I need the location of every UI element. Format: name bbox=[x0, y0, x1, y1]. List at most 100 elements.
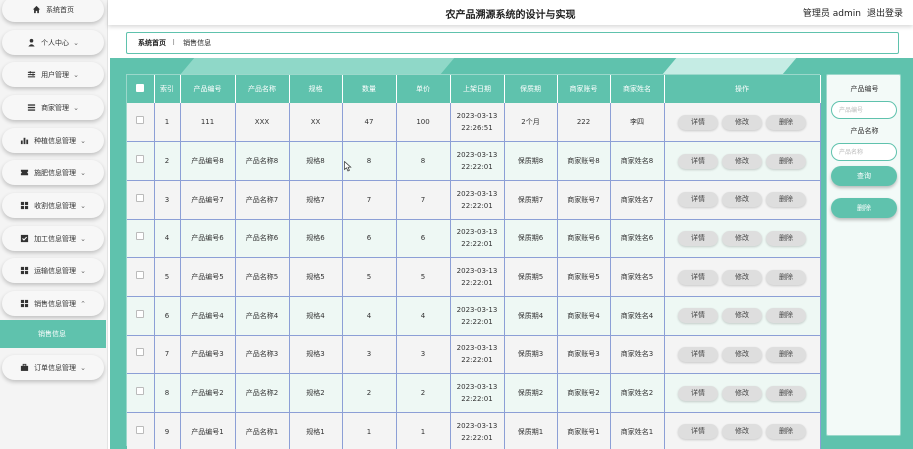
sidebar-item-harvest-info[interactable]: 收割信息管理 ⌄ bbox=[2, 193, 104, 218]
sidebar-item-sales-info[interactable]: 销售信息管理 ⌃ bbox=[2, 291, 104, 316]
detail-button[interactable]: 详情 bbox=[678, 385, 718, 401]
sliders-icon bbox=[27, 70, 36, 79]
edit-button[interactable]: 修改 bbox=[722, 308, 762, 324]
chevron-down-icon: ⌄ bbox=[80, 168, 86, 177]
cell-code: 111 bbox=[180, 103, 236, 142]
edit-button[interactable]: 修改 bbox=[722, 385, 762, 401]
query-button[interactable]: 查询 bbox=[831, 166, 897, 186]
cell-spec: 规格7 bbox=[289, 180, 343, 220]
detail-button[interactable]: 详情 bbox=[678, 269, 718, 285]
cell-spec: 规格4 bbox=[289, 296, 343, 336]
row-checkbox[interactable] bbox=[136, 387, 145, 396]
sidebar-item-merchant-management[interactable]: 商家管理 ⌄ bbox=[2, 95, 104, 120]
row-checkbox[interactable] bbox=[136, 271, 145, 280]
delete-button[interactable]: 删除 bbox=[766, 192, 806, 208]
delete-button[interactable]: 删除 bbox=[766, 114, 806, 130]
row-checkbox[interactable] bbox=[136, 425, 145, 434]
cell-price: 5 bbox=[396, 257, 451, 297]
detail-button[interactable]: 详情 bbox=[678, 424, 718, 440]
sidebar-item-home[interactable]: 系统首页 bbox=[2, 0, 104, 22]
sidebar-item-transport-info[interactable]: 运输信息管理 ⌄ bbox=[2, 258, 104, 283]
cell-qty: 4 bbox=[342, 296, 397, 336]
select-all-cell[interactable] bbox=[127, 75, 155, 103]
sidebar-item-fertilizing-info[interactable]: 施肥信息管理 ⌄ bbox=[2, 160, 104, 185]
product-name-input[interactable] bbox=[831, 143, 897, 161]
cell-shelf-life: 保质期3 bbox=[504, 335, 558, 374]
column-header: 商家账号 bbox=[557, 75, 611, 103]
edit-button[interactable]: 修改 bbox=[722, 230, 762, 246]
edit-button[interactable]: 修改 bbox=[722, 192, 762, 208]
cell-code: 产品编号6 bbox=[180, 219, 236, 258]
row-select-cell[interactable] bbox=[127, 412, 155, 449]
row-select-cell[interactable] bbox=[127, 141, 155, 181]
row-checkbox[interactable] bbox=[136, 309, 145, 318]
delete-selected-button[interactable]: 删除 bbox=[831, 198, 897, 218]
sidebar-item-label: 销售信息管理 bbox=[34, 299, 77, 308]
cell-index: 9 bbox=[154, 412, 181, 449]
user-info: 管理员 admin 退出登录 bbox=[803, 6, 903, 19]
column-header: 单价 bbox=[396, 75, 451, 103]
detail-button[interactable]: 详情 bbox=[678, 230, 718, 246]
cell-merchant-name: 商家姓名4 bbox=[610, 296, 665, 336]
row-select-cell[interactable] bbox=[127, 180, 155, 220]
sidebar-subitem-sales-info[interactable]: 销售信息 bbox=[0, 320, 106, 348]
detail-button[interactable]: 详情 bbox=[678, 114, 718, 130]
sidebar: 系统首页 个人中心 ⌄ 用户管理 ⌄ 商家管理 ⌄ 种植信息管理 ⌄ 施肥信息管… bbox=[0, 0, 108, 449]
detail-button[interactable]: 详情 bbox=[678, 308, 718, 324]
column-header: 产品名称 bbox=[235, 75, 290, 103]
edit-button[interactable]: 修改 bbox=[722, 153, 762, 169]
sidebar-item-processing-info[interactable]: 加工信息管理 ⌄ bbox=[2, 226, 104, 251]
sidebar-item-label: 系统首页 bbox=[46, 5, 74, 14]
sidebar-item-label: 个人中心 bbox=[41, 38, 70, 47]
row-checkbox[interactable] bbox=[136, 155, 145, 164]
cell-date-time: 22:22:01 bbox=[461, 356, 493, 365]
cell-actions: 详情 修改 删除 bbox=[664, 335, 821, 374]
chevron-down-icon: ⌄ bbox=[73, 103, 79, 112]
row-select-cell[interactable] bbox=[127, 257, 155, 297]
sidebar-item-personal-center[interactable]: 个人中心 ⌄ bbox=[2, 30, 104, 55]
table-row: 6 产品编号4 产品名称4 规格4 4 4 2023-03-13 22:22:01 保质期4 商家… bbox=[127, 296, 821, 336]
row-checkbox[interactable] bbox=[136, 232, 145, 241]
delete-button[interactable]: 删除 bbox=[766, 230, 806, 246]
detail-button[interactable]: 详情 bbox=[678, 153, 718, 169]
cell-merchant-account: 商家账号1 bbox=[557, 412, 611, 449]
row-select-cell[interactable] bbox=[127, 335, 155, 374]
cell-date-time: 22:22:01 bbox=[461, 201, 493, 210]
breadcrumb-home[interactable]: 系统首页 bbox=[138, 38, 166, 48]
select-all-checkbox[interactable] bbox=[136, 84, 145, 92]
cell-shelf-life: 保质期7 bbox=[504, 180, 558, 220]
breadcrumb-separator: ⠇ bbox=[172, 39, 178, 47]
cell-date-time: 22:22:01 bbox=[461, 395, 493, 404]
row-select-cell[interactable] bbox=[127, 296, 155, 336]
delete-button[interactable]: 删除 bbox=[766, 308, 806, 324]
sidebar-item-user-management[interactable]: 用户管理 ⌄ bbox=[2, 62, 104, 87]
delete-button[interactable]: 删除 bbox=[766, 385, 806, 401]
cell-code: 产品编号5 bbox=[180, 257, 236, 297]
edit-button[interactable]: 修改 bbox=[722, 269, 762, 285]
row-checkbox[interactable] bbox=[136, 193, 145, 202]
row-checkbox[interactable] bbox=[136, 348, 145, 357]
sidebar-item-order-info[interactable]: 订单信息管理 ⌄ bbox=[2, 355, 104, 380]
sidebar-item-planting-info[interactable]: 种植信息管理 ⌄ bbox=[2, 128, 104, 153]
sidebar-item-label: 用户管理 bbox=[41, 70, 70, 79]
detail-button[interactable]: 详情 bbox=[678, 346, 718, 362]
edit-button[interactable]: 修改 bbox=[722, 424, 762, 440]
delete-button[interactable]: 删除 bbox=[766, 153, 806, 169]
breadcrumb-current: 销售信息 bbox=[183, 39, 212, 47]
product-code-input[interactable] bbox=[831, 101, 897, 119]
detail-button[interactable]: 详情 bbox=[678, 192, 718, 208]
cell-name: 产品名称8 bbox=[235, 141, 290, 181]
edit-button[interactable]: 修改 bbox=[722, 346, 762, 362]
logout-link[interactable]: 退出登录 bbox=[867, 9, 903, 19]
chevron-down-icon: ⌄ bbox=[80, 363, 86, 372]
delete-button[interactable]: 删除 bbox=[766, 424, 806, 440]
cell-date-day: 2023-03-13 bbox=[456, 421, 498, 430]
edit-button[interactable]: 修改 bbox=[722, 114, 762, 130]
cell-price: 4 bbox=[396, 296, 451, 336]
row-checkbox[interactable] bbox=[136, 116, 145, 125]
delete-button[interactable]: 删除 bbox=[766, 346, 806, 362]
delete-button[interactable]: 删除 bbox=[766, 269, 806, 285]
row-select-cell[interactable] bbox=[127, 219, 155, 258]
row-select-cell[interactable] bbox=[127, 373, 155, 413]
row-select-cell[interactable] bbox=[127, 103, 155, 142]
